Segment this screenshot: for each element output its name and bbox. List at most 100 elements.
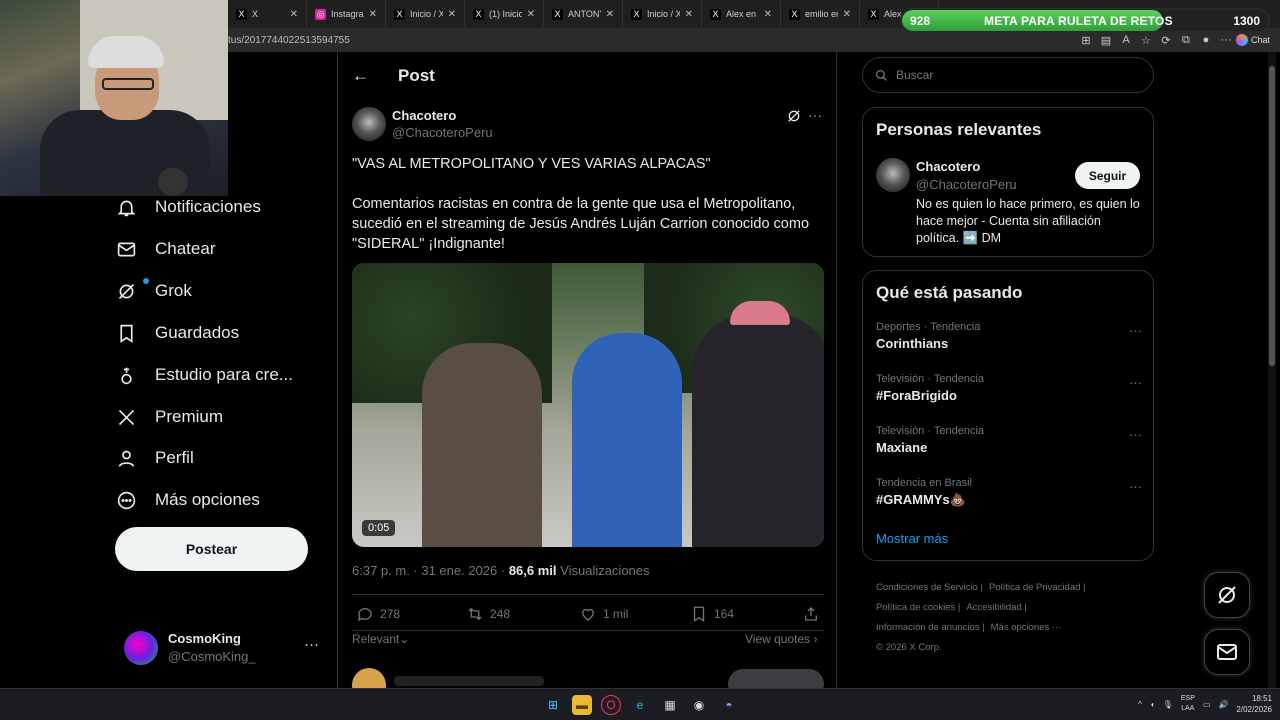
repost-button[interactable]: 248 (466, 605, 510, 623)
trend-more-icon[interactable]: ··· (1129, 479, 1142, 494)
messages-floating-button[interactable] (1204, 629, 1250, 675)
trend-more-icon[interactable]: ··· (1129, 375, 1142, 390)
file-explorer-icon[interactable]: ▬ (572, 695, 592, 715)
grok-icon[interactable] (786, 108, 802, 127)
footer-link[interactable]: Política de Privacidad | (989, 582, 1085, 593)
nav-item-más-opciones[interactable]: Más opciones (115, 481, 260, 519)
network-app-icon[interactable]: ◖ (1150, 700, 1155, 709)
close-icon[interactable]: ✕ (527, 9, 535, 20)
reply-submit-button[interactable] (728, 669, 824, 688)
post-more-icon[interactable]: ··· (808, 107, 822, 123)
trend-item[interactable]: Televisión · Tendencia #ForaBrigido ··· (876, 373, 1142, 413)
person-handle[interactable]: @ChacoteroPeru (916, 177, 1017, 192)
studio-icon (115, 364, 137, 386)
view-quotes-link[interactable]: View quotes › (745, 632, 818, 646)
account-more-icon[interactable]: ··· (304, 636, 319, 653)
footer-link[interactable]: Más opciones ··· (991, 622, 1062, 633)
close-icon[interactable]: ✕ (448, 9, 456, 20)
show-more-link[interactable]: Mostrar más (876, 531, 948, 546)
nav-item-notificaciones[interactable]: Notificaciones (115, 188, 261, 226)
reply-button[interactable]: 278 (356, 605, 400, 623)
opera-icon[interactable]: O (601, 695, 621, 715)
follow-button[interactable]: Seguir (1075, 162, 1140, 189)
nav-item-chatear[interactable]: Chatear (115, 230, 215, 268)
trend-more-icon[interactable]: ··· (1129, 323, 1142, 338)
close-icon[interactable]: ✕ (685, 9, 693, 20)
chevron-up-icon[interactable]: ^ (1138, 700, 1142, 709)
webcam-person-glasses (102, 78, 154, 90)
browser-tab[interactable]: X Inicio / X ✕ (386, 1, 465, 27)
goal-current: 928 (910, 14, 931, 28)
x-icon: X (236, 8, 247, 20)
avatar[interactable] (876, 158, 910, 192)
video-player[interactable]: 0:05 (352, 263, 824, 547)
volume-icon[interactable]: 🔊 (1218, 700, 1228, 709)
browser-tab[interactable]: ◎ Instagram ✕ (307, 1, 386, 27)
author-name[interactable]: Chacotero (392, 108, 456, 123)
author-avatar[interactable] (352, 107, 386, 141)
nav-item-guardados[interactable]: Guardados (115, 314, 239, 352)
grok-icon (1218, 586, 1236, 604)
close-icon[interactable]: ✕ (290, 9, 298, 20)
profile-icon[interactable]: ● (1196, 34, 1216, 46)
back-arrow-icon[interactable]: ← (352, 66, 369, 86)
grok-floating-button[interactable] (1204, 572, 1250, 618)
menu-dots-icon[interactable]: ··· (1216, 34, 1236, 46)
sync-icon[interactable]: ⟳ (1156, 34, 1176, 47)
favorite-star-icon[interactable]: ☆ (1136, 34, 1156, 47)
browser-tab[interactable]: X X ✕ (228, 1, 307, 27)
bookmark-button[interactable]: 164 (690, 605, 734, 623)
scrollbar-thumb[interactable] (1269, 66, 1275, 366)
nav-item-estudio-para-cre[interactable]: Estudio para cre... (115, 356, 293, 394)
post-button[interactable]: Postear (115, 527, 308, 571)
text-size-icon[interactable]: A (1116, 34, 1136, 46)
person-name[interactable]: Chacotero (916, 159, 980, 174)
trend-item[interactable]: Deportes · Tendencia Corinthians ··· (876, 321, 1142, 361)
url-field[interactable]: tus/2017744022513594755 (228, 35, 1076, 46)
start-icon[interactable]: ⊞ (543, 695, 563, 715)
browser-tab[interactable]: X ANTONY FI ✕ (544, 1, 623, 27)
like-button[interactable]: 1 mil (579, 605, 628, 623)
reader-icon[interactable]: ▤ (1096, 34, 1116, 47)
footer-link[interactable]: Información de anuncios | (876, 622, 985, 633)
extensions-icon[interactable]: ⊞ (1076, 34, 1096, 47)
copilot-chat-button[interactable]: Chat (1235, 34, 1270, 46)
edge-icon[interactable]: e (630, 695, 650, 715)
browser-tab[interactable]: X Inicio / X ✕ (623, 1, 702, 27)
close-icon[interactable]: ✕ (764, 9, 772, 20)
close-icon[interactable]: ✕ (843, 9, 851, 20)
calculator-icon[interactable]: ▦ (660, 695, 680, 715)
author-handle[interactable]: @ChacoteroPeru (392, 125, 493, 140)
close-icon[interactable]: ✕ (606, 9, 614, 20)
collections-icon[interactable]: ⧉ (1176, 34, 1196, 47)
footer-link[interactable]: Política de cookies | (876, 602, 960, 613)
search-input[interactable] (896, 68, 1116, 82)
trend-item[interactable]: Tendencia en Brasil #GRAMMYs💩 ··· (876, 477, 1142, 517)
person-bio: No es quien lo hace primero, es quien lo… (916, 197, 1140, 245)
clock[interactable]: 18:51 2/02/2026 (1236, 693, 1272, 715)
nav-item-grok[interactable]: Grok (115, 272, 192, 310)
reply-sort-dropdown[interactable]: Relevant⌄ (352, 632, 409, 646)
close-icon[interactable]: ✕ (369, 9, 377, 20)
nav-item-premium[interactable]: Premium (115, 398, 223, 436)
obs-icon[interactable]: ◉ (689, 695, 709, 715)
discord-icon[interactable]: ◓ (719, 695, 739, 715)
search-box[interactable] (862, 57, 1154, 93)
main-column: ← Post Chacotero @ChacoteroPeru ··· "VAS… (337, 52, 837, 688)
trend-item[interactable]: Televisión · Tendencia Maxiane ··· (876, 425, 1142, 465)
nav-item-label: Premium (155, 407, 224, 426)
browser-tab[interactable]: Xemilio en X ✕ (781, 1, 860, 27)
account-switcher[interactable]: CosmoKing @CosmoKing_ ··· (124, 630, 324, 670)
share-button[interactable] (802, 605, 820, 623)
browser-tab[interactable]: X (1) Inicio / X ✕ (465, 1, 544, 27)
microphone-icon[interactable]: 🎙 (1163, 700, 1173, 709)
tab-label: Inicio / X (410, 9, 443, 19)
footer-link[interactable]: Accesibilidad | (966, 602, 1027, 613)
nav-item-perfil[interactable]: Perfil (115, 439, 194, 477)
video-duration: 0:05 (362, 520, 396, 536)
footer-link[interactable]: Condiciones de Servicio | (876, 582, 983, 593)
language-indicator[interactable]: ESP LAA (1181, 694, 1195, 714)
trend-more-icon[interactable]: ··· (1129, 427, 1142, 442)
browser-tab[interactable]: X Alex en X: " ✕ (702, 1, 781, 27)
display-icon[interactable]: ▭ (1203, 700, 1211, 709)
